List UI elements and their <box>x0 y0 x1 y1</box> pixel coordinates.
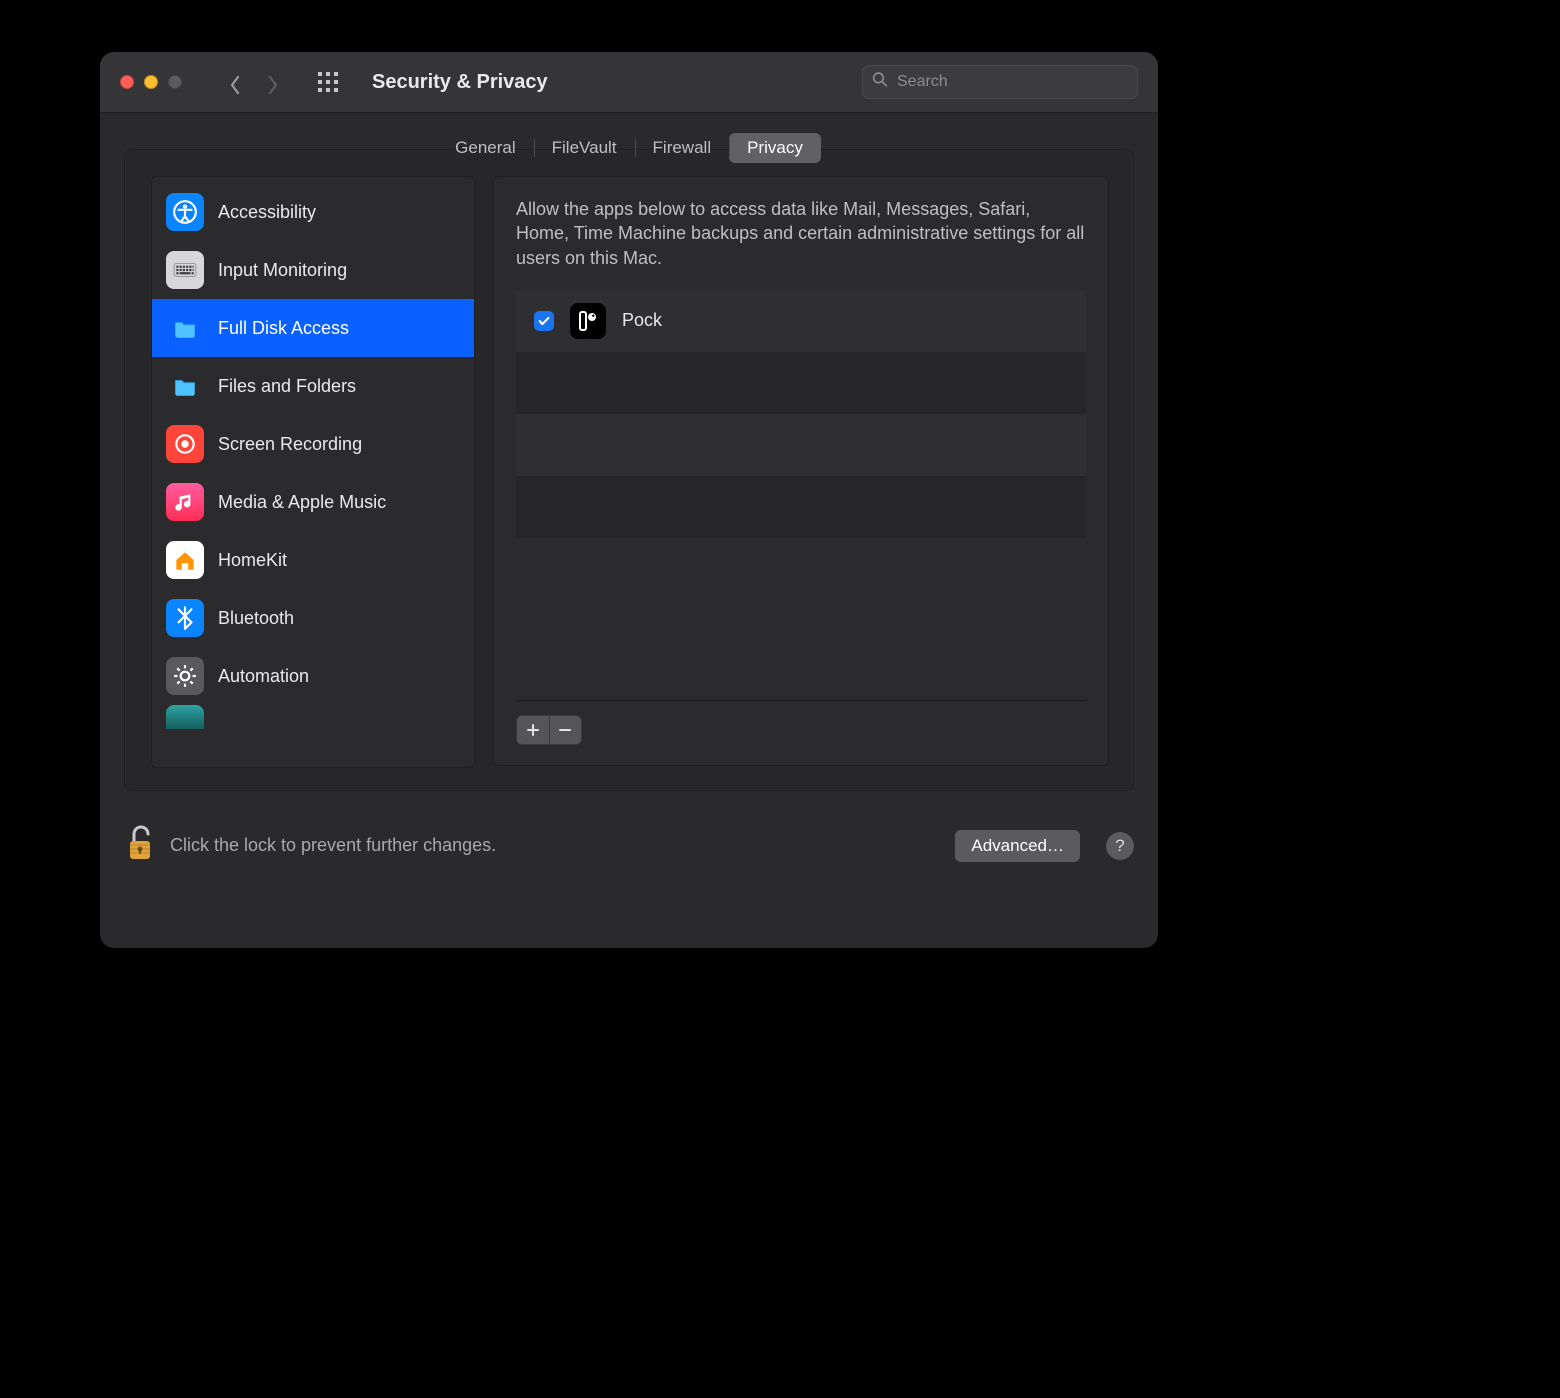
sidebar-item-label: Screen Recording <box>218 434 460 455</box>
titlebar: Security & Privacy <box>100 52 1158 113</box>
sidebar-item-label: Accessibility <box>218 202 460 223</box>
content-area: General FileVault Firewall Privacy Acces… <box>100 113 1158 805</box>
bluetooth-icon <box>166 599 204 637</box>
window-title: Security & Privacy <box>372 71 548 94</box>
sidebar-item-accessibility[interactable]: Accessibility <box>152 183 474 241</box>
sidebar-item-automation[interactable]: Automation <box>152 647 474 705</box>
music-icon <box>166 483 204 521</box>
sidebar-item-next[interactable] <box>152 705 474 717</box>
app-checkbox[interactable] <box>534 311 554 331</box>
nav-buttons <box>228 75 280 89</box>
window-controls <box>120 75 182 89</box>
privacy-panel: Accessibility Input Monitoring <box>124 149 1134 791</box>
sidebar-item-files-and-folders[interactable]: Files and Folders <box>152 357 474 415</box>
add-app-button[interactable] <box>517 716 550 744</box>
add-remove-control <box>516 715 582 745</box>
sidebar-item-homekit[interactable]: HomeKit <box>152 531 474 589</box>
app-icon <box>166 705 204 729</box>
sidebar-item-label: Files and Folders <box>218 376 460 397</box>
app-name: Pock <box>622 310 662 331</box>
sidebar-item-label: Full Disk Access <box>218 318 460 339</box>
folder-icon <box>166 309 204 347</box>
search-icon <box>872 72 888 93</box>
gear-icon <box>166 657 204 695</box>
privacy-category-list[interactable]: Accessibility Input Monitoring <box>151 176 475 768</box>
help-button[interactable]: ? <box>1106 832 1134 860</box>
home-icon <box>166 541 204 579</box>
sidebar-item-media-apple-music[interactable]: Media & Apple Music <box>152 473 474 531</box>
lock-icon[interactable] <box>124 823 156 868</box>
accessibility-icon <box>166 193 204 231</box>
record-icon <box>166 425 204 463</box>
app-row-empty <box>516 352 1086 414</box>
app-row-empty <box>516 414 1086 476</box>
pock-app-icon <box>570 303 606 339</box>
keyboard-icon <box>166 251 204 289</box>
footer: Click the lock to prevent further change… <box>100 805 1158 894</box>
lock-hint-text: Click the lock to prevent further change… <box>170 835 496 856</box>
sidebar-item-label: Media & Apple Music <box>218 492 460 513</box>
app-row-pock[interactable]: Pock <box>516 290 1086 352</box>
detail-panel: Allow the apps below to access data like… <box>493 176 1109 766</box>
app-list[interactable]: Pock <box>516 290 1086 701</box>
sidebar-item-label: Automation <box>218 666 460 687</box>
tab-privacy[interactable]: Privacy <box>729 133 821 163</box>
search-input[interactable] <box>862 65 1138 99</box>
sidebar-item-label: Bluetooth <box>218 608 460 629</box>
tab-filevault[interactable]: FileVault <box>534 133 635 163</box>
show-all-button[interactable] <box>318 72 338 92</box>
sidebar-item-full-disk-access[interactable]: Full Disk Access <box>152 299 474 357</box>
sidebar-item-label: HomeKit <box>218 550 460 571</box>
close-window-button[interactable] <box>120 75 134 89</box>
category-description: Allow the apps below to access data like… <box>516 197 1086 270</box>
forward-button[interactable] <box>266 75 280 89</box>
remove-app-button[interactable] <box>550 716 582 744</box>
app-row-empty <box>516 476 1086 538</box>
tab-firewall[interactable]: Firewall <box>635 133 730 163</box>
sidebar-item-input-monitoring[interactable]: Input Monitoring <box>152 241 474 299</box>
tab-general[interactable]: General <box>437 133 533 163</box>
sidebar-item-bluetooth[interactable]: Bluetooth <box>152 589 474 647</box>
advanced-button[interactable]: Advanced… <box>955 830 1080 862</box>
folder-icon <box>166 367 204 405</box>
back-button[interactable] <box>228 75 242 89</box>
sidebar-item-label: Input Monitoring <box>218 260 460 281</box>
minimize-window-button[interactable] <box>144 75 158 89</box>
zoom-window-button[interactable] <box>168 75 182 89</box>
sidebar-item-screen-recording[interactable]: Screen Recording <box>152 415 474 473</box>
preferences-window: Security & Privacy General FileVault Fir… <box>100 52 1158 948</box>
